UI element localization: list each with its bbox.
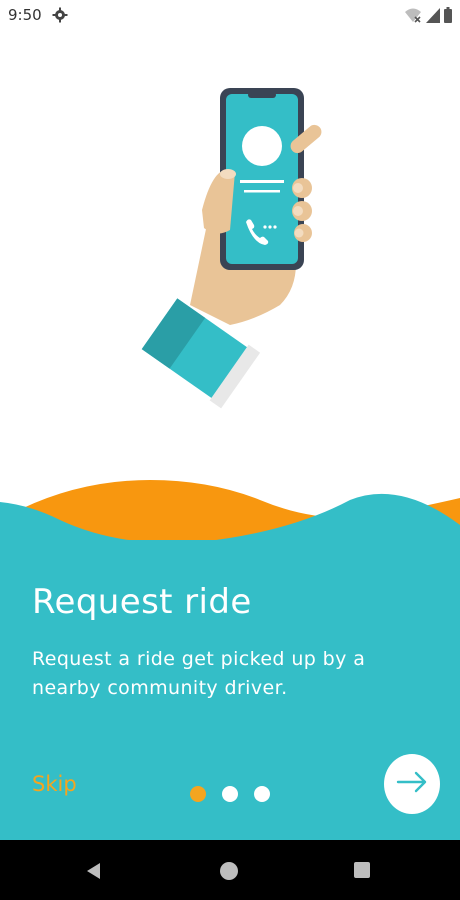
next-button[interactable]: [384, 754, 440, 814]
page-dot-3[interactable]: [254, 786, 270, 802]
page-indicator: [190, 786, 270, 802]
page-dot-1[interactable]: [190, 786, 206, 802]
onboarding-description: Request a ride get picked up by a nearby…: [32, 648, 366, 699]
wifi-off-icon: [404, 7, 422, 27]
battery-icon: [444, 7, 452, 27]
status-time: 9:50: [8, 6, 42, 24]
status-icons: [404, 7, 452, 27]
page-dot-2[interactable]: [222, 786, 238, 802]
gear-icon: [52, 7, 68, 27]
hand-holding-phone-illustration: [120, 80, 360, 420]
arrow-right-icon: [396, 771, 428, 797]
home-icon[interactable]: [220, 862, 238, 880]
recents-icon[interactable]: [354, 862, 370, 878]
skip-button[interactable]: Skip: [32, 772, 77, 796]
signal-icon: [426, 7, 440, 27]
back-icon[interactable]: [84, 861, 104, 885]
onboarding-title: Request ride: [32, 582, 252, 622]
status-bar: 9:50: [0, 0, 460, 32]
decorative-waves: [0, 470, 460, 550]
